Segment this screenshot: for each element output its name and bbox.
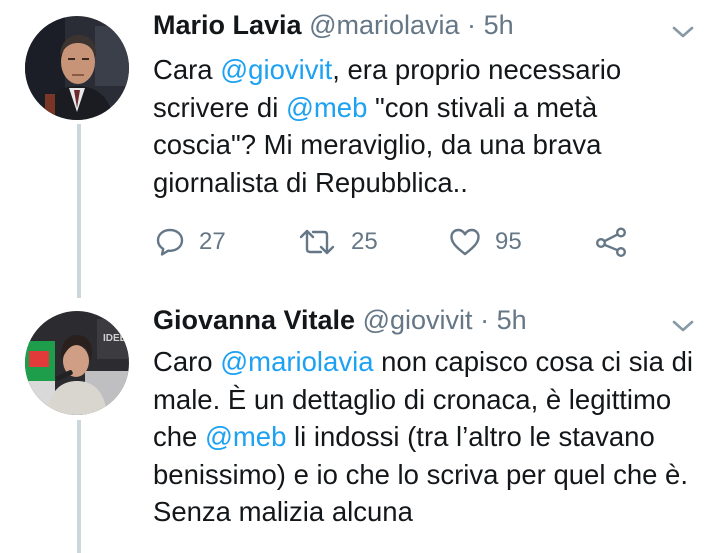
tweet-actions: 27 25 95 [153,222,653,262]
thread-line-continue [77,420,81,553]
retweet-button[interactable]: 25 [297,222,378,262]
author-handle[interactable]: @mariolavia [309,10,459,40]
avatar[interactable] [25,16,129,120]
chevron-down-icon[interactable] [670,23,696,41]
tweet-header: Giovanna Vitale @giovivit · 5h [153,304,527,336]
separator: · [480,305,490,335]
svg-text:IDEE: IDEE [103,333,127,344]
tweet-text: Cara @giovivit, era proprio necessario s… [153,51,693,201]
tweet-header: Mario Lavia @mariolavia · 5h [153,9,514,41]
retweet-icon [299,229,335,255]
reply-icon [156,228,184,256]
chevron-down-icon[interactable] [670,317,696,335]
mention-link[interactable]: @mariolavia [220,346,373,377]
tweet-text: Caro @mariolavia non capisco cosa ci sia… [153,343,693,531]
tweet-text-segment: Cara [153,54,221,85]
share-button[interactable] [594,222,628,262]
author-name[interactable]: Giovanna Vitale [153,305,355,335]
author-handle[interactable]: @giovivit [363,305,473,335]
man-portrait-icon [25,16,129,120]
avatar[interactable]: IDEE [25,311,129,415]
reply-count: 27 [199,228,226,255]
separator: · [467,10,477,40]
heart-icon [450,228,480,256]
timestamp[interactable]: 5h [497,305,527,335]
mention-link[interactable]: @meb [205,421,286,452]
mention-link[interactable]: @giovivit [220,54,332,85]
timestamp[interactable]: 5h [484,10,514,40]
reply-button[interactable]: 27 [155,222,226,262]
like-button[interactable]: 95 [449,222,522,262]
mention-link[interactable]: @meb [286,92,367,123]
woman-speaking-portrait-icon: IDEE [25,311,129,415]
like-count: 95 [495,228,522,255]
thread-line [77,124,81,298]
share-icon [596,227,627,257]
tweet-text-segment: Caro [153,346,221,377]
retweet-count: 25 [351,228,378,255]
author-name[interactable]: Mario Lavia [153,10,302,40]
